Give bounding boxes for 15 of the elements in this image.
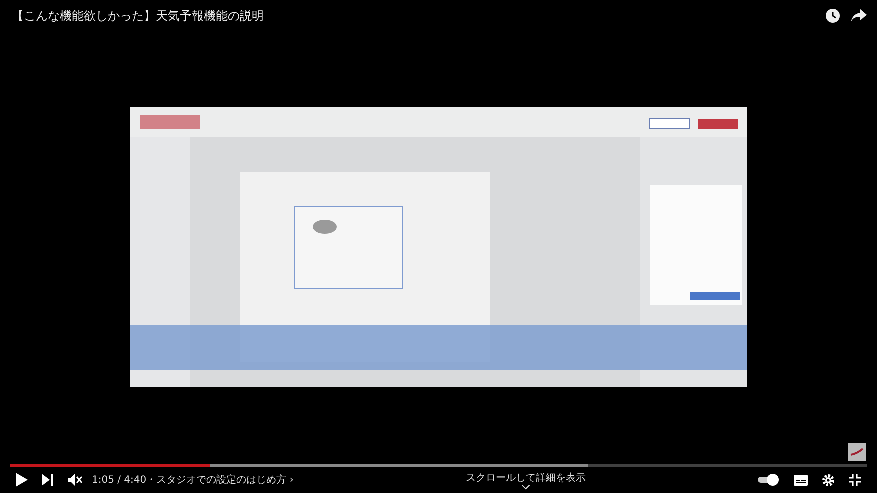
clock-icon[interactable] bbox=[825, 8, 841, 24]
progress-bar[interactable] bbox=[10, 464, 867, 467]
share-icon[interactable] bbox=[851, 9, 867, 23]
video-title: 【こんな機能欲しかった】天気予報機能の説明 bbox=[12, 8, 265, 24]
chevron-down-icon bbox=[522, 484, 530, 490]
settings-icon[interactable] bbox=[822, 474, 835, 486]
time-display: 1:05 / 4:40 bbox=[92, 474, 147, 486]
next-icon[interactable] bbox=[42, 474, 54, 486]
subtitles-icon[interactable] bbox=[794, 474, 808, 486]
exit-fullscreen-icon[interactable] bbox=[849, 474, 861, 486]
autoplay-toggle[interactable] bbox=[758, 474, 780, 486]
muted-speaker-icon[interactable] bbox=[68, 474, 82, 486]
scroll-hint: スクロールして詳細を表示 bbox=[466, 472, 586, 484]
chapter-link[interactable]: ・スタジオでの設定のはじめ方 › bbox=[146, 473, 294, 487]
play-icon[interactable] bbox=[16, 473, 28, 487]
